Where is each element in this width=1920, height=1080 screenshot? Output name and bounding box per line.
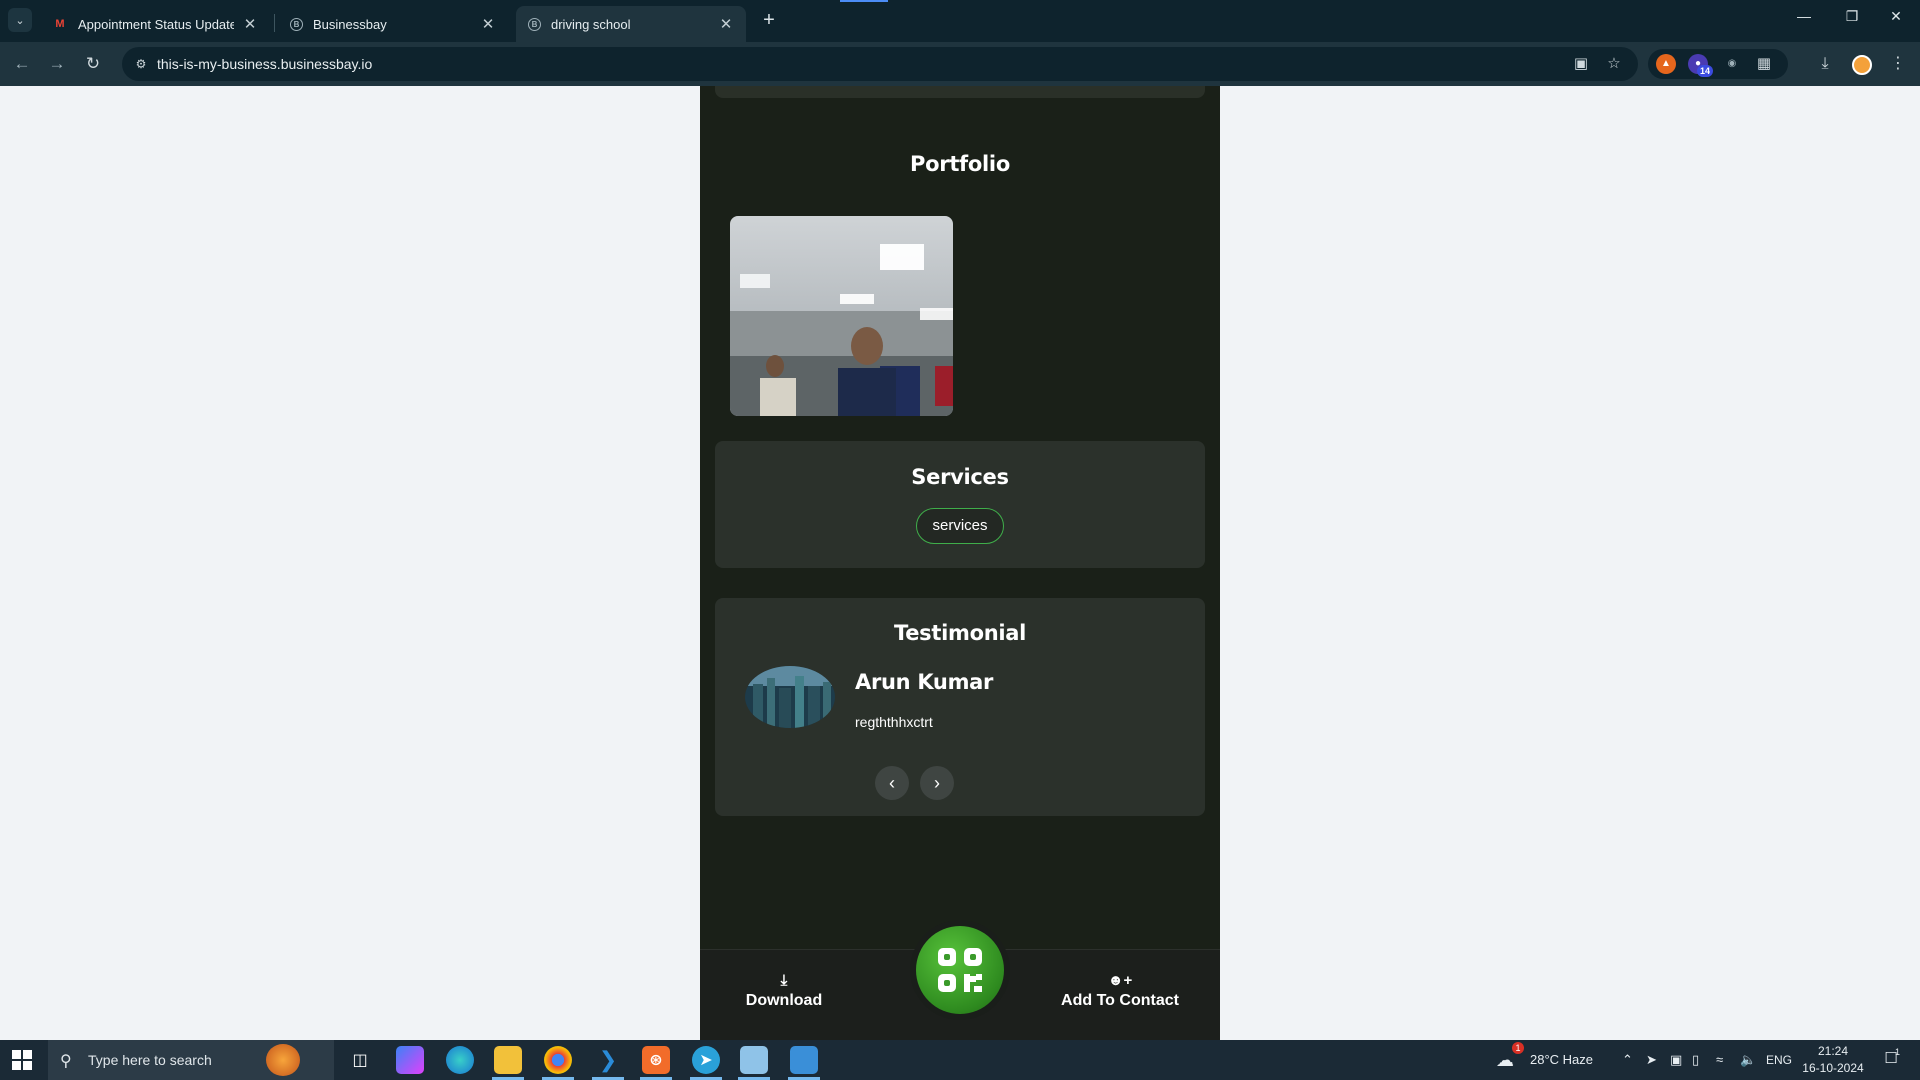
site-info-icon[interactable]: ⚙ <box>132 55 150 73</box>
download-icon[interactable]: ⤓ <box>1813 52 1837 76</box>
site-icon: B <box>528 17 541 31</box>
battery-icon[interactable]: ▯ <box>1692 1040 1699 1080</box>
carousel-next-button[interactable]: › <box>920 766 954 800</box>
add-to-contact-button[interactable]: ☻+ Add To Contact <box>1055 972 1185 1010</box>
telegram-icon[interactable]: ➤ <box>692 1046 720 1074</box>
copilot-icon[interactable] <box>396 1046 424 1074</box>
metamask-extension-icon[interactable]: ▲ <box>1656 54 1676 74</box>
close-icon[interactable]: ✕ <box>242 15 258 33</box>
qr-code-button[interactable] <box>916 926 1004 1014</box>
extension-icon[interactable]: ◉ <box>1722 54 1742 74</box>
close-icon[interactable]: ✕ <box>480 15 496 33</box>
extensions-group: ▲ ● 14 ◉ ▦ <box>1648 49 1788 79</box>
testimonial-text: regththhxctrt <box>855 714 933 730</box>
tab-title: driving school <box>551 16 631 32</box>
portfolio-image[interactable] <box>730 216 953 416</box>
chevron-left-icon: ‹ <box>889 773 895 793</box>
new-tab-button[interactable]: + <box>758 9 780 32</box>
address-bar[interactable]: ⚙ this-is-my-business.businessbay.io ▣ ☆ <box>122 47 1638 81</box>
carousel-prev-button[interactable]: ‹ <box>875 766 909 800</box>
puzzle-extensions-icon[interactable]: ▦ <box>1754 54 1774 74</box>
portfolio-title: Portfolio <box>910 152 1010 176</box>
extension-badge: 14 <box>1697 65 1714 77</box>
vscode-icon[interactable]: ❯ <box>594 1046 622 1074</box>
previous-section-panel <box>715 86 1205 98</box>
tab-separator <box>274 14 275 32</box>
services-section: Services services <box>715 441 1205 568</box>
portfolio-photo <box>730 216 953 416</box>
testimonial-avatar <box>745 666 835 728</box>
search-icon: ⚲ <box>60 1053 72 1070</box>
windows-start-icon[interactable] <box>12 1050 32 1070</box>
language-indicator[interactable]: ENG <box>1766 1040 1792 1080</box>
clock-date: 16-10-2024 <box>1802 1061 1864 1075</box>
testimonial-title: Testimonial <box>893 621 1027 645</box>
menu-kebab-icon[interactable]: ⋮ <box>1886 52 1910 76</box>
forward-icon[interactable]: → <box>45 52 69 76</box>
download-label: Download <box>745 992 823 1009</box>
clock-time: 21:24 <box>1817 1044 1849 1058</box>
avatar-cityscape <box>745 666 835 728</box>
browser-toolbar: ← → ↻ ⚙ this-is-my-business.businessbay.… <box>0 42 1920 86</box>
gmail-icon: M <box>55 18 65 30</box>
back-icon[interactable]: ← <box>10 52 34 76</box>
search-placeholder: Type here to search <box>88 1052 212 1068</box>
wifi-icon[interactable]: ≈ <box>1716 1040 1723 1080</box>
weather-text[interactable]: 28°C Haze <box>1530 1040 1593 1080</box>
chrome-icon[interactable] <box>544 1046 572 1074</box>
notification-count: 1 <box>1895 1047 1901 1057</box>
reload-icon[interactable]: ↻ <box>81 52 105 76</box>
download-button[interactable]: ⤓ Download <box>744 972 824 1010</box>
add-contact-label: Add To Contact <box>1061 992 1179 1009</box>
url-text[interactable]: this-is-my-business.businessbay.io <box>157 56 372 72</box>
page-viewport: Portfolio Services services Testimonial … <box>0 86 1920 1040</box>
qr-button-ring <box>910 920 1010 1020</box>
site-icon: B <box>290 17 303 31</box>
tab-driving-school[interactable]: B driving school ✕ <box>516 6 746 42</box>
minimize-icon[interactable]: — <box>1792 8 1816 24</box>
edge-icon[interactable] <box>446 1046 474 1074</box>
tab-title: Appointment Status Update: dr <box>78 16 234 32</box>
notepad-icon[interactable] <box>740 1046 768 1074</box>
download-icon: ⤓ <box>780 972 788 989</box>
qr-code-icon <box>938 948 982 992</box>
add-user-icon: ☻+ <box>1107 972 1133 989</box>
install-app-icon[interactable]: ▣ <box>1571 54 1591 74</box>
bookmark-star-icon[interactable]: ☆ <box>1604 54 1624 74</box>
search-highlight-icon <box>266 1044 300 1076</box>
business-card-page: Portfolio Services services Testimonial … <box>700 86 1220 1040</box>
meet-now-icon[interactable]: ▣ <box>1670 1040 1682 1080</box>
volume-icon[interactable]: 🔈 <box>1740 1040 1756 1080</box>
loading-indicator <box>840 0 888 2</box>
telegram-tray-icon[interactable]: ➤ <box>1646 1040 1657 1080</box>
service-chip[interactable]: services <box>916 508 1004 544</box>
system-clock[interactable]: 21:24 16-10-2024 <box>1800 1043 1866 1077</box>
weather-badge: 1 <box>1512 1042 1524 1054</box>
services-title: Services <box>911 465 1009 489</box>
windows-taskbar: ⚲ Type here to search ◫ ❯ ⊛ ➤ ☁ 1 28°C H… <box>0 1040 1920 1080</box>
task-view-icon[interactable]: ◫ <box>346 1046 374 1074</box>
testimonial-section: Testimonial Arun Kumar regththhxctrt ‹ › <box>715 598 1205 816</box>
testimonial-name: Arun Kumar <box>855 670 994 694</box>
tab-title: Businessbay <box>313 16 387 32</box>
chevron-right-icon: › <box>934 773 940 793</box>
file-explorer-icon[interactable] <box>494 1046 522 1074</box>
tab-search-chevron-icon[interactable]: ⌄ <box>8 8 32 32</box>
restore-icon[interactable]: ❐ <box>1840 8 1864 25</box>
chevron-up-icon[interactable]: ⌃ <box>1622 1040 1633 1080</box>
close-icon[interactable]: ✕ <box>718 15 734 33</box>
browser-tabstrip: ⌄ M Appointment Status Update: dr ✕ B Bu… <box>0 0 1920 42</box>
xampp-icon[interactable]: ⊛ <box>642 1046 670 1074</box>
close-window-icon[interactable]: ✕ <box>1884 8 1908 25</box>
tab-businessbay[interactable]: B Businessbay ✕ <box>278 6 508 42</box>
tab-gmail[interactable]: M Appointment Status Update: dr ✕ <box>40 6 270 42</box>
profile-avatar[interactable] <box>1852 55 1872 75</box>
control-panel-icon[interactable] <box>790 1046 818 1074</box>
taskbar-search-box[interactable]: ⚲ Type here to search <box>48 1040 334 1080</box>
